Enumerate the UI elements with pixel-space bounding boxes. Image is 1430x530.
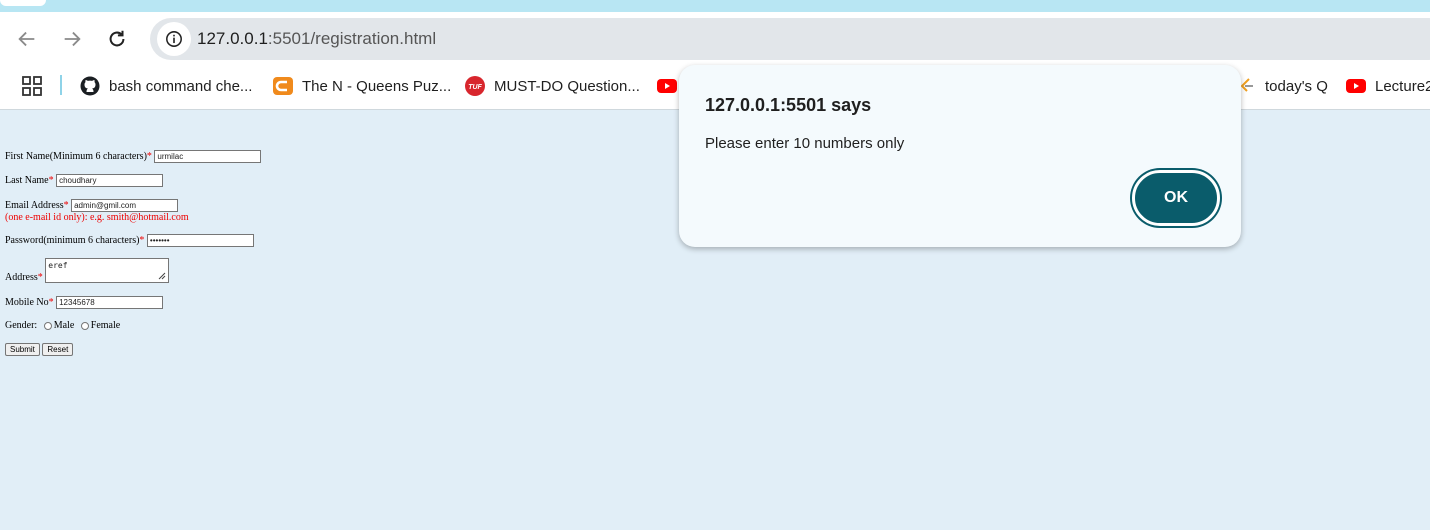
mobile-row: Mobile No* 12345678 <box>5 296 164 309</box>
bookmark-item[interactable]: today's Q <box>1236 73 1328 99</box>
bookmark-item[interactable]: TUF MUST-DO Question... <box>465 73 640 99</box>
required-mark: * <box>48 296 54 308</box>
first-name-row: First Name(Minimum 6 characters)* urmila… <box>5 150 262 163</box>
gender-label: Gender: <box>5 320 38 331</box>
arrow-left-icon <box>18 31 35 47</box>
last-name-input[interactable]: choudhary <box>56 174 164 187</box>
address-textarea[interactable]: eref <box>45 258 170 283</box>
address-bar[interactable]: 127.0.0.1:5501/registration.html <box>150 18 1430 60</box>
last-name-row: Last Name* choudhary <box>5 174 164 187</box>
youtube-icon <box>657 76 677 96</box>
url-host: 127.0.0.1 <box>197 29 268 48</box>
gender-female-label: Female <box>90 320 121 331</box>
mobile-input[interactable]: 12345678 <box>56 296 164 309</box>
arrow-right-icon <box>64 31 81 47</box>
reset-button[interactable]: Reset <box>42 343 74 356</box>
site-info-button[interactable] <box>157 22 191 56</box>
address-text: eref <box>48 261 68 270</box>
bookmark-item[interactable]: bash command che... <box>80 73 252 99</box>
back-button[interactable] <box>10 22 44 56</box>
gender-male-radio[interactable] <box>43 321 52 330</box>
dialog-title: 127.0.0.1:5501 says <box>705 95 872 115</box>
tuf-icon: TUF <box>465 76 485 96</box>
mobile-label: Mobile No <box>5 296 49 308</box>
bookmark-item[interactable]: Lecture2 <box>1346 73 1430 99</box>
password-input[interactable]: ••••••• <box>146 234 254 247</box>
bookmarks-separator <box>60 75 62 95</box>
bookmark-label: The N - Queens Puz... <box>302 77 452 95</box>
dialog-message: Please enter 10 numbers only <box>705 135 905 152</box>
email-row: Email Address* admin@gmil.com <box>5 199 179 212</box>
bookmark-item[interactable]: The N - Queens Puz... <box>273 73 451 99</box>
required-mark: * <box>63 199 69 211</box>
last-name-label: Last Name <box>5 174 49 186</box>
submit-button[interactable]: Submit <box>5 343 40 356</box>
address-row: Address* eref <box>5 258 170 283</box>
browser-toolbar: 127.0.0.1:5501/registration.html <box>0 12 1430 64</box>
gender-row: Gender: Male Female <box>5 320 120 331</box>
url-text[interactable]: 127.0.0.1:5501/registration.html <box>197 29 436 49</box>
ok-button[interactable]: OK <box>1132 170 1220 226</box>
gender-male-label: Male <box>53 320 75 331</box>
required-mark: * <box>48 174 54 186</box>
github-icon <box>80 76 100 96</box>
email-label: Email Address <box>5 199 64 211</box>
required-mark: * <box>146 150 152 162</box>
first-name-label: First Name(Minimum 6 characters) <box>5 150 147 162</box>
first-name-input[interactable]: urmilac <box>154 150 262 163</box>
bookmark-label: bash command che... <box>109 77 253 95</box>
required-mark: * <box>139 234 145 246</box>
tab-strip <box>0 0 1430 12</box>
active-tab-edge[interactable] <box>0 0 46 6</box>
password-row: Password(minimum 6 characters)* ••••••• <box>5 234 254 247</box>
apps-grid-icon[interactable] <box>22 76 42 96</box>
form-buttons: Submit Reset <box>5 343 74 356</box>
resize-grip-icon[interactable] <box>158 272 166 280</box>
url-path: :5501/registration.html <box>267 29 437 48</box>
forward-button[interactable] <box>55 22 89 56</box>
youtube-icon <box>1346 76 1366 96</box>
svg-text:TUF: TUF <box>468 84 482 91</box>
bookmark-label: Lecture2 <box>1375 77 1430 95</box>
gender-female-radio[interactable] <box>80 321 89 330</box>
password-label: Password(minimum 6 characters) <box>5 234 140 246</box>
reload-button[interactable] <box>100 22 134 56</box>
address-label: Address <box>5 272 38 283</box>
codingninjas-icon <box>273 76 293 96</box>
email-input[interactable]: admin@gmil.com <box>71 199 179 212</box>
bookmark-label: MUST-DO Question... <box>494 77 640 95</box>
email-hint: (one e-mail id only): e.g. smith@hotmail… <box>5 212 189 223</box>
info-icon <box>166 31 182 47</box>
reload-icon <box>109 30 125 47</box>
bookmark-label: today's Q <box>1265 77 1328 95</box>
required-mark: * <box>37 272 43 283</box>
alert-dialog: 127.0.0.1:5501 says Please enter 10 numb… <box>679 65 1241 247</box>
